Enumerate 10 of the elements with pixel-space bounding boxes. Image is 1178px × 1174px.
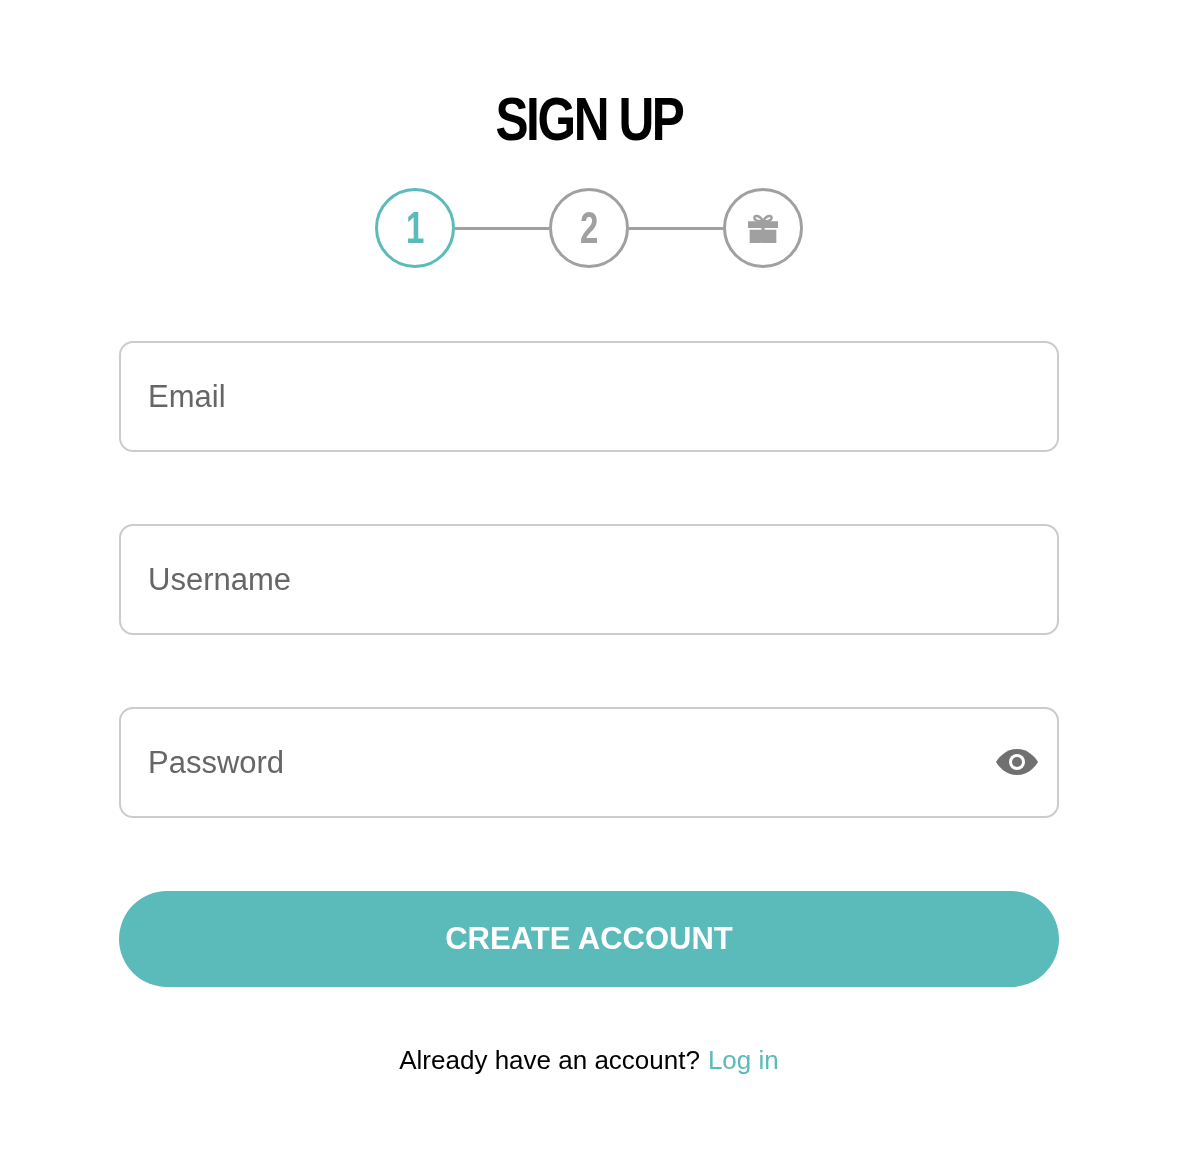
input-field[interactable]: Username: [119, 524, 1059, 635]
input-field[interactable]: Email: [119, 341, 1059, 452]
password-field[interactable]: Password: [119, 707, 1059, 818]
step-indicator: 1: [375, 188, 455, 268]
page-title: SIGN UP: [495, 84, 683, 154]
login-link[interactable]: Log in: [707, 1041, 779, 1080]
create-account-button[interactable]: CREATE ACCOUNT: [119, 891, 1059, 987]
eye-icon[interactable]: [995, 747, 1039, 777]
step-indicator: 2: [549, 188, 629, 268]
login-prompt: Already have an account?: [399, 1044, 700, 1077]
